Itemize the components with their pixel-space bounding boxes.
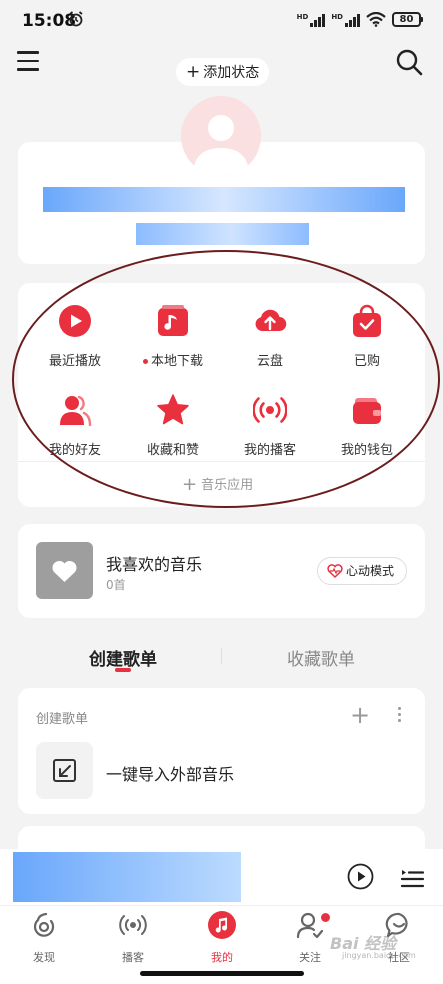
music-note-icon (158, 305, 188, 336)
wifi-icon (366, 12, 386, 27)
search-icon[interactable] (395, 48, 423, 76)
notification-badge (321, 913, 330, 922)
app-wallet[interactable]: 我的钱包 (322, 393, 412, 458)
alarm-icon (69, 11, 83, 27)
shopping-bag-icon (353, 304, 381, 337)
app-podcast[interactable]: 我的播客 (225, 393, 315, 458)
podcast-icon (252, 397, 288, 423)
app-favorites[interactable]: 收藏和赞 (128, 393, 218, 458)
import-label[interactable]: 一键导入外部音乐 (106, 761, 234, 785)
heart-icon (52, 560, 77, 582)
add-playlist-icon[interactable]: + (350, 703, 370, 727)
liked-cover (36, 542, 93, 599)
nav-mine[interactable]: 我的 (190, 911, 254, 965)
plus-icon: + (182, 474, 198, 495)
liked-title: 我喜欢的音乐 (106, 555, 203, 574)
heartbeat-icon (327, 564, 343, 578)
status-bar: 15:08 HD HD 80 (0, 0, 443, 40)
app-local-download[interactable]: 本地下载 (128, 304, 218, 369)
tab-collected-playlists[interactable]: 收藏歌单 (287, 645, 355, 670)
menu-button[interactable] (17, 51, 39, 73)
star-icon (157, 394, 189, 425)
wallet-icon (353, 398, 381, 424)
update-dot (142, 359, 148, 364)
tab-separator (221, 648, 222, 664)
tab-indicator (115, 668, 131, 672)
heart-mode-button[interactable]: 心动模式 (317, 557, 407, 585)
avatar-icon (193, 115, 249, 176)
liked-count: 0首 (106, 578, 126, 592)
podcast-icon (119, 915, 147, 935)
import-button[interactable] (36, 742, 93, 799)
add-status-button[interactable]: + 添加状态 (176, 58, 270, 86)
friends-icon (60, 395, 92, 427)
discover-icon (33, 912, 55, 937)
tab-created-playlists[interactable]: 创建歌单 (89, 645, 157, 670)
play-circle-icon (59, 305, 91, 337)
nav-podcast[interactable]: 播客 (101, 911, 165, 965)
playlist-header: 创建歌单 (36, 712, 89, 727)
now-playing-redacted[interactable] (13, 852, 241, 902)
app-recent-play[interactable]: 最近播放 (30, 304, 120, 369)
signal-icon-2: HD (331, 13, 360, 27)
plus-icon: + (186, 62, 201, 82)
signal-icon: HD (297, 13, 326, 27)
app-friends[interactable]: 我的好友 (30, 393, 120, 458)
user-info-redacted (136, 223, 309, 245)
music-apps-button[interactable]: + 音乐应用 (182, 474, 253, 495)
home-indicator[interactable] (140, 971, 304, 976)
watermark-url: jingyan.baidu.com (342, 951, 416, 960)
more-icon[interactable] (398, 707, 401, 725)
playlist-icon[interactable] (399, 864, 425, 890)
cloud-upload-icon (255, 309, 287, 332)
music-icon (208, 911, 236, 939)
nav-discover[interactable]: 发现 (12, 911, 76, 965)
avatar[interactable] (181, 96, 261, 176)
follow-icon (296, 912, 324, 939)
battery-icon: 80 (392, 12, 423, 27)
play-icon[interactable] (347, 863, 374, 890)
divider (18, 461, 425, 462)
username-redacted (43, 187, 405, 212)
app-cloud[interactable]: 云盘 (225, 304, 315, 369)
import-icon (53, 759, 76, 782)
app-purchased[interactable]: 已购 (322, 304, 412, 369)
